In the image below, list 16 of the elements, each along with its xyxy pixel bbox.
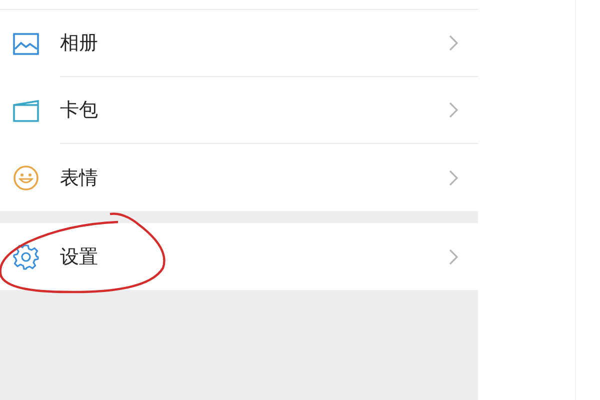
menu-label: 相册 [60, 31, 98, 56]
menu-label: 设置 [60, 244, 98, 270]
chevron-icon [449, 248, 458, 264]
menu-label: 表情 [60, 166, 98, 190]
settings-icon [13, 244, 39, 270]
menu-item[interactable]: 设置 [0, 223, 478, 290]
chevron-icon [449, 102, 458, 118]
menu-item[interactable]: 卡包 [0, 77, 478, 144]
smiley-icon [13, 164, 39, 190]
picture-icon [13, 32, 39, 54]
menu-item[interactable]: 相册 [0, 10, 478, 77]
menu-label: 卡包 [60, 98, 98, 123]
chevron-icon [449, 170, 458, 186]
menu-item[interactable]: 表情 [0, 144, 478, 211]
chevron-icon [449, 35, 458, 51]
wallet-icon [13, 100, 39, 122]
